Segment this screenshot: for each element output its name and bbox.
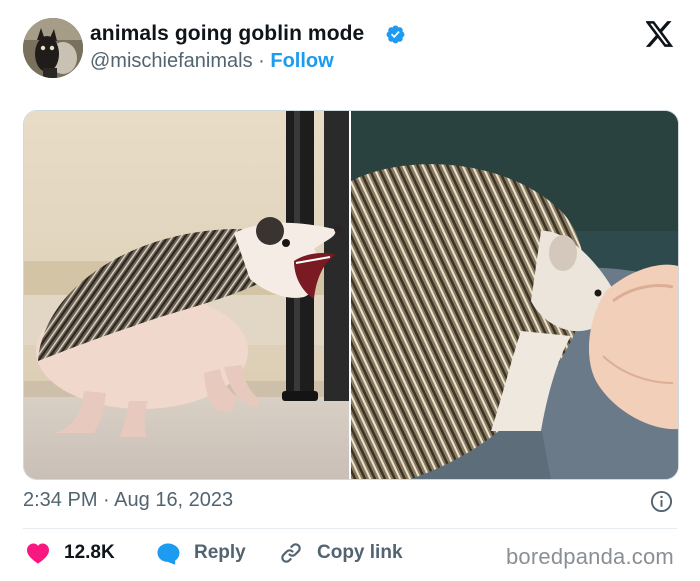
tweet-timestamp[interactable]: 2:34 PM · Aug 16, 2023	[23, 489, 233, 512]
goblin-animal-avatar-icon	[23, 18, 83, 78]
author-handle-row: @mischiefanimals · Follow	[90, 50, 334, 73]
reply-bubble-icon	[157, 543, 180, 565]
link-icon	[281, 543, 301, 563]
timestamp-separator: ·	[103, 489, 110, 511]
reply-button[interactable]: Reply	[156, 540, 246, 566]
divider	[23, 528, 677, 529]
copy-link-label: Copy link	[317, 542, 403, 563]
author-handle[interactable]: @mischiefanimals	[90, 50, 253, 72]
x-logo-icon[interactable]	[646, 21, 674, 47]
media-container[interactable]	[23, 110, 679, 480]
info-icon[interactable]	[650, 490, 673, 513]
verified-badge-icon	[386, 25, 405, 44]
hedgehog-screaming-image[interactable]	[24, 111, 349, 479]
heart-icon	[27, 543, 49, 564]
copy-link-button[interactable]: Copy link	[279, 540, 403, 566]
like-count: 12.8K	[64, 542, 115, 563]
tweet-date: Aug 16, 2023	[114, 489, 234, 511]
watermark: boredpanda.com	[506, 544, 674, 569]
hedgehog-biting-finger-image[interactable]	[351, 111, 678, 479]
tweet-card: animals going goblin mode @mischiefanima…	[0, 0, 700, 581]
handle-separator: ·	[258, 50, 265, 72]
author-display-name[interactable]: animals going goblin mode	[90, 22, 364, 46]
follow-button[interactable]: Follow	[270, 50, 333, 72]
reply-label: Reply	[194, 542, 246, 563]
like-button[interactable]: 12.8K	[26, 540, 115, 566]
tweet-time: 2:34 PM	[23, 489, 98, 511]
avatar[interactable]	[23, 18, 83, 78]
